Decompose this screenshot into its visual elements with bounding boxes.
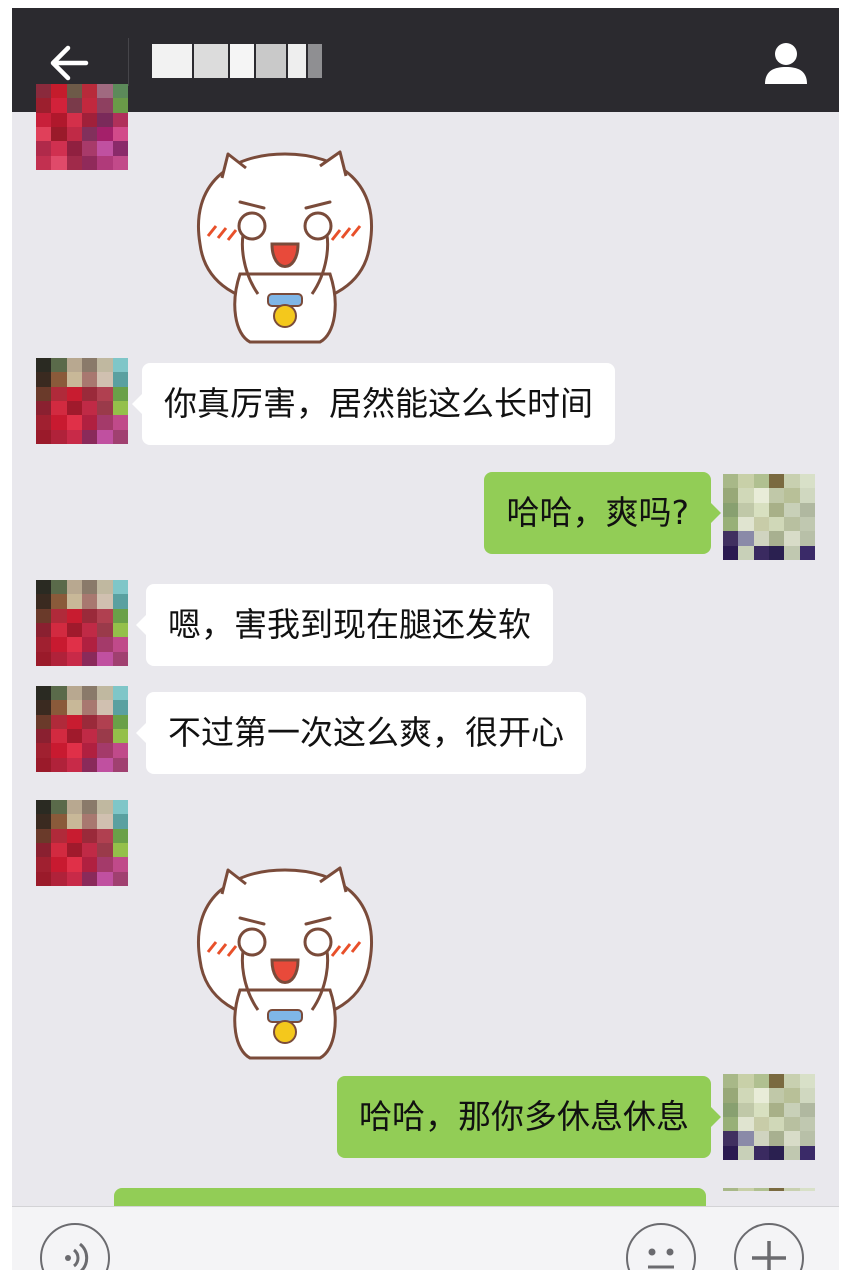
self-avatar[interactable] (723, 474, 815, 560)
contact-avatar[interactable] (36, 358, 128, 444)
contact-avatar[interactable] (36, 800, 128, 886)
emoji-icon (648, 1248, 674, 1269)
voice-icon (65, 1242, 89, 1270)
cat-covering-face-sticker[interactable] (180, 144, 390, 344)
more-button[interactable] (734, 1223, 804, 1270)
chat-header (12, 8, 839, 112)
contact-avatar[interactable] (36, 686, 128, 772)
cat-covering-face-sticker[interactable] (180, 860, 390, 1060)
chat-screen: 你真厉害，居然能这么长时间 哈哈，爽吗? 嗯，害我到现在腿还发软 不过第一次这么… (12, 8, 839, 1270)
outgoing-message-bubble[interactable]: 哈哈，那你多休息休息 (337, 1076, 721, 1158)
person-icon (765, 43, 807, 84)
contact-avatar[interactable] (36, 580, 128, 666)
back-button[interactable] (42, 36, 96, 90)
outgoing-message-bubble[interactable]: 哈哈，爽吗? (484, 472, 721, 554)
arrow-left-icon (50, 45, 89, 81)
contact-avatar[interactable] (36, 84, 128, 170)
header-divider (128, 38, 129, 86)
incoming-message-bubble[interactable]: 嗯，害我到现在腿还发软 (136, 584, 553, 666)
self-avatar[interactable] (723, 1074, 815, 1160)
self-avatar[interactable] (723, 1188, 815, 1206)
chat-title-redacted (152, 44, 322, 80)
contact-info-button[interactable] (759, 36, 813, 90)
plus-icon (752, 1241, 786, 1270)
incoming-message-bubble[interactable]: 你真厉害，居然能这么长时间 (132, 363, 615, 445)
chat-input-bar (12, 1206, 839, 1270)
incoming-message-bubble[interactable]: 不过第一次这么爽，很开心 (136, 692, 586, 774)
voice-button[interactable] (40, 1223, 110, 1270)
emoji-button[interactable] (626, 1223, 696, 1270)
